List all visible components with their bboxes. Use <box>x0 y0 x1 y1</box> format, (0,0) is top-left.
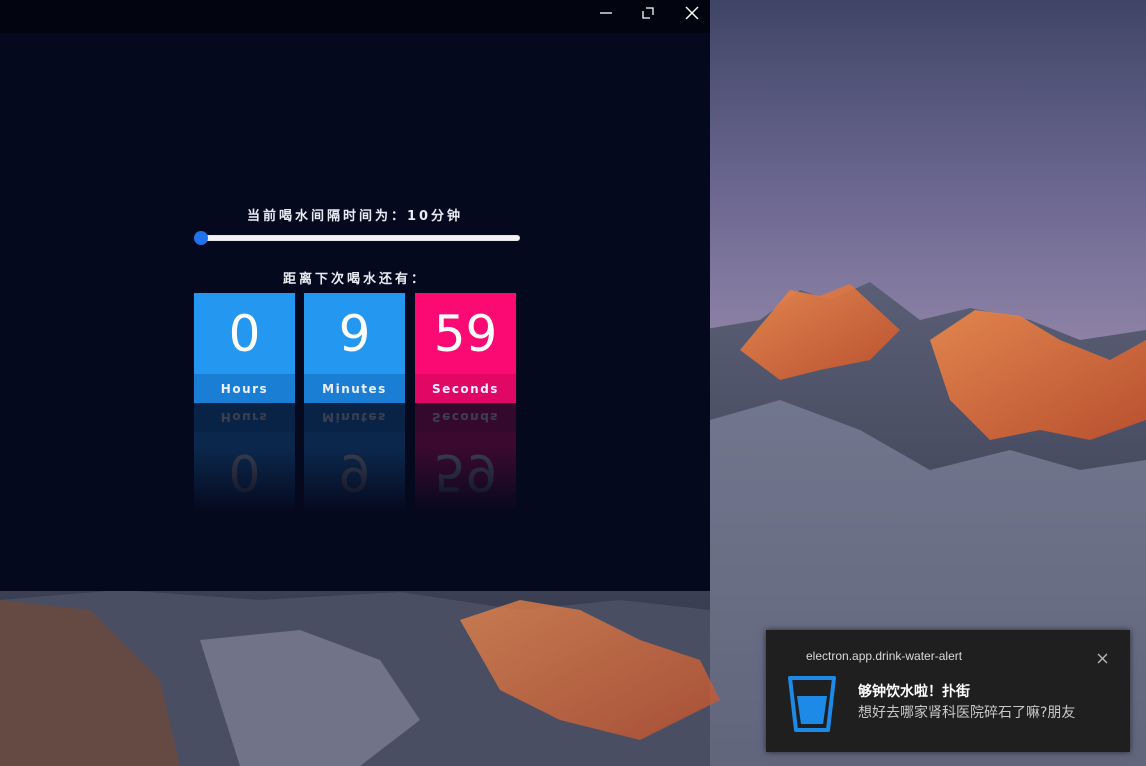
minutes-tile: 9 Minutes <box>304 293 405 403</box>
hours-value: 0 <box>194 293 295 374</box>
hours-reflection: 0 Hours <box>194 403 295 513</box>
minutes-value: 9 <box>304 293 405 374</box>
seconds-reflection-unit: Seconds <box>415 403 516 432</box>
minutes-reflection-unit: Minutes <box>304 403 405 432</box>
notification-app-name: electron.app.drink-water-alert <box>806 649 963 663</box>
minimize-button[interactable] <box>586 0 626 26</box>
interval-slider[interactable] <box>194 231 520 245</box>
close-icon <box>685 6 699 20</box>
minutes-reflection: 9 Minutes <box>304 403 405 513</box>
notification-close-button[interactable] <box>1092 648 1112 668</box>
minutes-reflection-value: 9 <box>304 432 405 513</box>
hours-reflection-unit: Hours <box>194 403 295 432</box>
seconds-unit: Seconds <box>415 374 516 403</box>
seconds-reflection: 59 Seconds <box>415 403 516 513</box>
toast-notification[interactable]: electron.app.drink-water-alert 够钟饮水啦！扑街 … <box>766 630 1130 752</box>
maximize-icon <box>642 7 654 19</box>
notification-body: 想好去哪家肾科医院碎石了嘛?朋友 <box>858 705 1076 721</box>
notification-title: 够钟饮水啦！扑街 <box>858 684 970 700</box>
hours-reflection-value: 0 <box>194 432 295 513</box>
water-glass-icon <box>788 674 836 736</box>
maximize-button[interactable] <box>628 0 668 26</box>
minimize-icon <box>600 12 612 14</box>
seconds-reflection-value: 59 <box>415 432 516 513</box>
window-titlebar[interactable] <box>0 0 710 33</box>
interval-label: 当前喝水间隔时间为：10分钟 <box>246 209 464 224</box>
drink-water-app-window: 当前喝水间隔时间为：10分钟 距离下次喝水还有： 0 Hours 9 Minut… <box>0 0 710 591</box>
minutes-unit: Minutes <box>304 374 405 403</box>
seconds-value: 59 <box>415 293 516 374</box>
countdown-label: 距离下次喝水还有： <box>282 272 427 287</box>
close-button[interactable] <box>672 0 712 26</box>
seconds-tile: 59 Seconds <box>415 293 516 403</box>
hours-unit: Hours <box>194 374 295 403</box>
slider-thumb[interactable] <box>194 231 208 245</box>
countdown-tiles: 0 Hours 9 Minutes 59 Seconds 0 Hours 9 M… <box>194 293 516 513</box>
close-icon <box>1097 653 1107 663</box>
slider-track <box>196 235 520 241</box>
hours-tile: 0 Hours <box>194 293 295 403</box>
